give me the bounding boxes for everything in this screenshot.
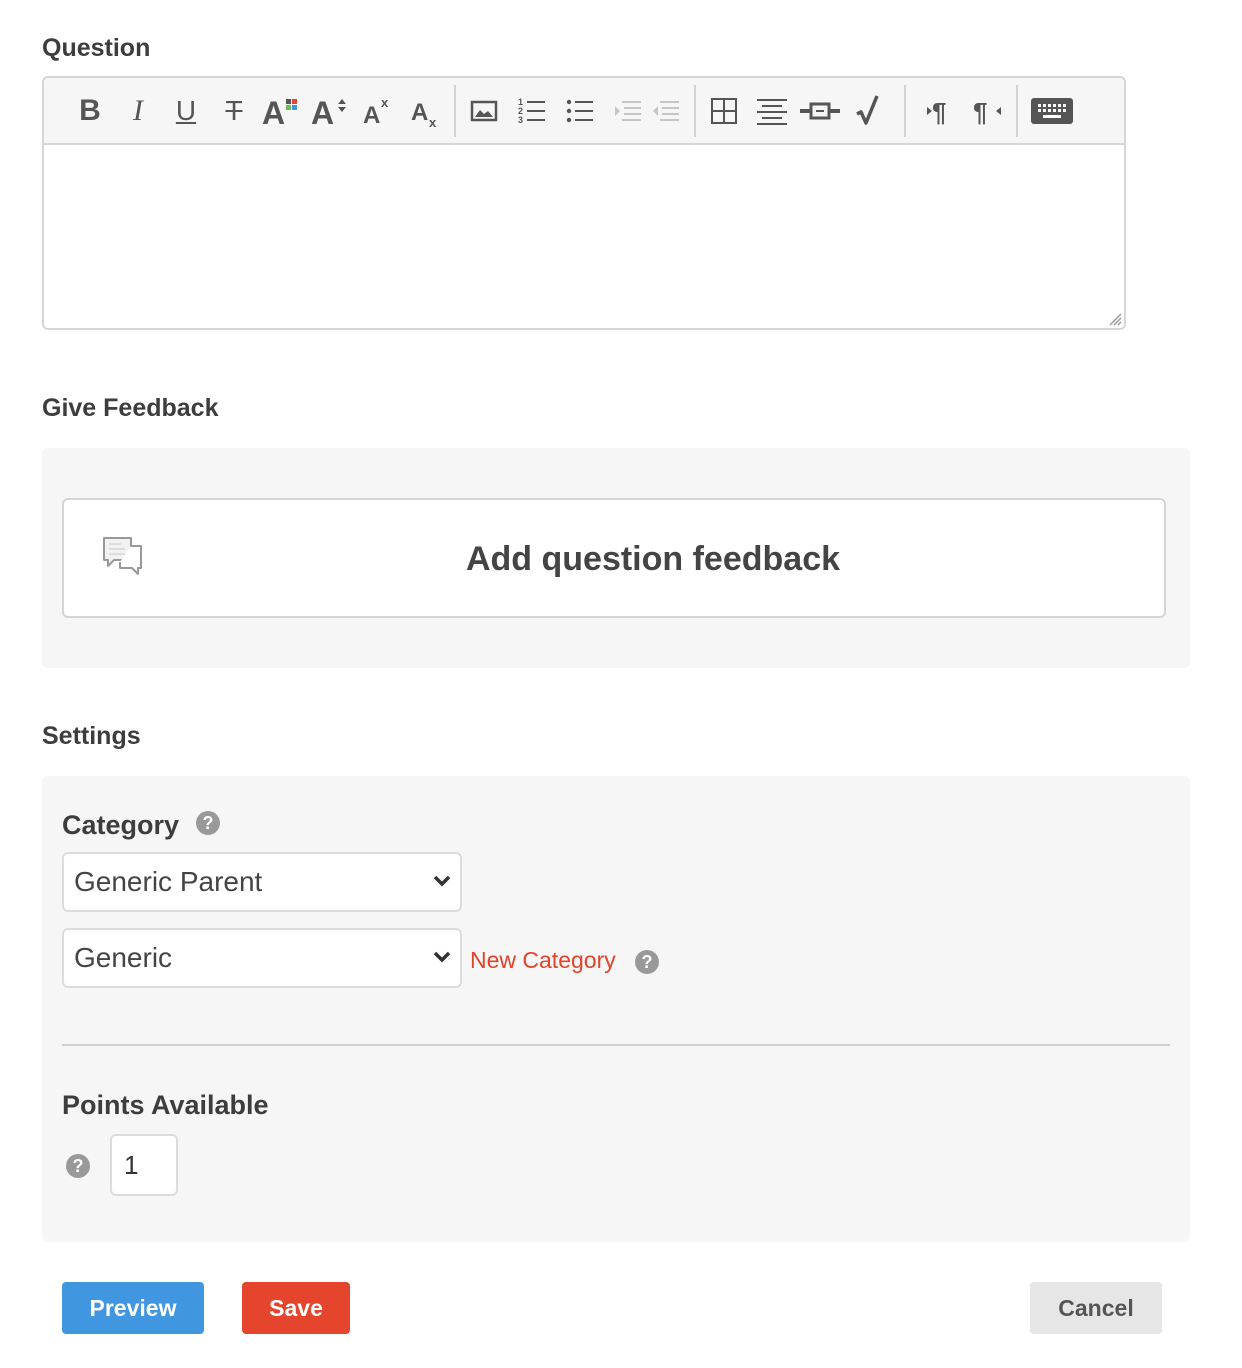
bold-button[interactable]: B (66, 87, 114, 135)
ordered-list-icon: 1 2 3 (518, 97, 545, 125)
rtl-button[interactable]: ¶ (964, 87, 1012, 135)
points-available-label: Points Available (62, 1090, 269, 1120)
chevron-down-icon (433, 875, 451, 887)
svg-text:3: 3 (518, 115, 523, 125)
settings-title: Settings (42, 722, 141, 750)
category-select[interactable]: Generic (62, 928, 462, 988)
resize-handle-icon[interactable] (1106, 310, 1122, 326)
feedback-panel: Add question feedback (42, 448, 1190, 668)
bold-icon: B (79, 93, 101, 127)
chevron-down-icon (433, 951, 451, 963)
insert-image-button[interactable] (460, 87, 508, 135)
question-text-area[interactable] (44, 145, 1124, 328)
toolbar-separator (1016, 84, 1018, 137)
cancel-button[interactable]: Cancel (1030, 1282, 1162, 1334)
superscript-icon: A x (363, 95, 389, 127)
svg-text:x: x (429, 115, 437, 128)
align-button[interactable] (748, 87, 796, 135)
unordered-list-icon (566, 99, 593, 122)
ltr-icon: ¶ (927, 97, 946, 126)
category-help-icon[interactable]: ? (196, 811, 220, 835)
blank-icon (800, 102, 840, 119)
svg-text:A: A (262, 95, 285, 127)
ordered-list-button[interactable]: 1 2 3 (508, 87, 556, 135)
new-category-link[interactable]: New Category (470, 947, 616, 974)
font-color-icon: A (262, 95, 297, 127)
italic-icon: I (133, 93, 143, 127)
parent-category-select[interactable]: Generic Parent (62, 852, 462, 912)
superscript-button[interactable]: A x (354, 87, 402, 135)
settings-divider (62, 1044, 1170, 1046)
parent-category-value: Generic Parent (74, 866, 263, 897)
table-icon (711, 97, 737, 124)
keyboard-shortcuts-button[interactable] (1022, 87, 1082, 135)
svg-text:A: A (363, 102, 380, 127)
editor-toolbar: B I U T A A A x A x 1 2 3 ¶ ¶ (44, 78, 1124, 145)
category-label: Category (62, 810, 180, 840)
new-category-help-icon[interactable]: ? (635, 950, 659, 974)
image-icon (470, 100, 498, 121)
math-button[interactable] (844, 87, 892, 135)
unordered-list-button[interactable] (556, 87, 604, 135)
underline-icon: U (175, 94, 197, 126)
strikethrough-icon: T (225, 94, 243, 126)
font-size-icon: A (311, 95, 346, 127)
points-input[interactable]: 1 (110, 1134, 178, 1196)
italic-button[interactable]: I (114, 87, 162, 135)
question-editor: B I U T A A A x A x 1 2 3 ¶ ¶ (42, 76, 1126, 330)
align-icon (757, 98, 787, 125)
rtl-icon: ¶ (973, 97, 1001, 126)
subscript-icon: A x (411, 99, 437, 128)
settings-panel: Category ? Generic Parent Generic New Ca… (42, 776, 1190, 1242)
svg-text:¶: ¶ (932, 97, 946, 126)
question-title: Question (42, 34, 151, 62)
svg-text:x: x (381, 95, 389, 110)
font-color-button[interactable]: A (258, 87, 306, 135)
ltr-button[interactable]: ¶ (916, 87, 964, 135)
points-help-icon[interactable]: ? (66, 1154, 90, 1178)
category-value: Generic (74, 942, 173, 973)
feedback-title: Give Feedback (42, 394, 219, 422)
indent-icon (615, 100, 641, 121)
toolbar-separator (454, 84, 456, 137)
add-question-feedback-label: Add question feedback (465, 540, 841, 578)
math-icon (856, 94, 879, 125)
strikethrough-button[interactable]: T (210, 87, 258, 135)
save-button[interactable]: Save (242, 1282, 350, 1334)
svg-text:¶: ¶ (973, 97, 987, 126)
preview-button[interactable]: Preview (62, 1282, 204, 1334)
svg-text:A: A (311, 95, 334, 127)
toolbar-separator (904, 84, 906, 137)
outdent-icon (653, 100, 679, 121)
keyboard-icon (1031, 97, 1073, 124)
font-size-button[interactable]: A (306, 87, 354, 135)
toolbar-separator (694, 84, 696, 137)
underline-button[interactable]: U (162, 87, 210, 135)
svg-text:A: A (411, 99, 428, 126)
subscript-button[interactable]: A x (402, 87, 450, 135)
insert-blank-button[interactable] (796, 87, 844, 135)
outdent-button[interactable] (642, 87, 690, 135)
add-question-feedback-button[interactable]: Add question feedback (62, 498, 1166, 618)
insert-table-button[interactable] (700, 87, 748, 135)
